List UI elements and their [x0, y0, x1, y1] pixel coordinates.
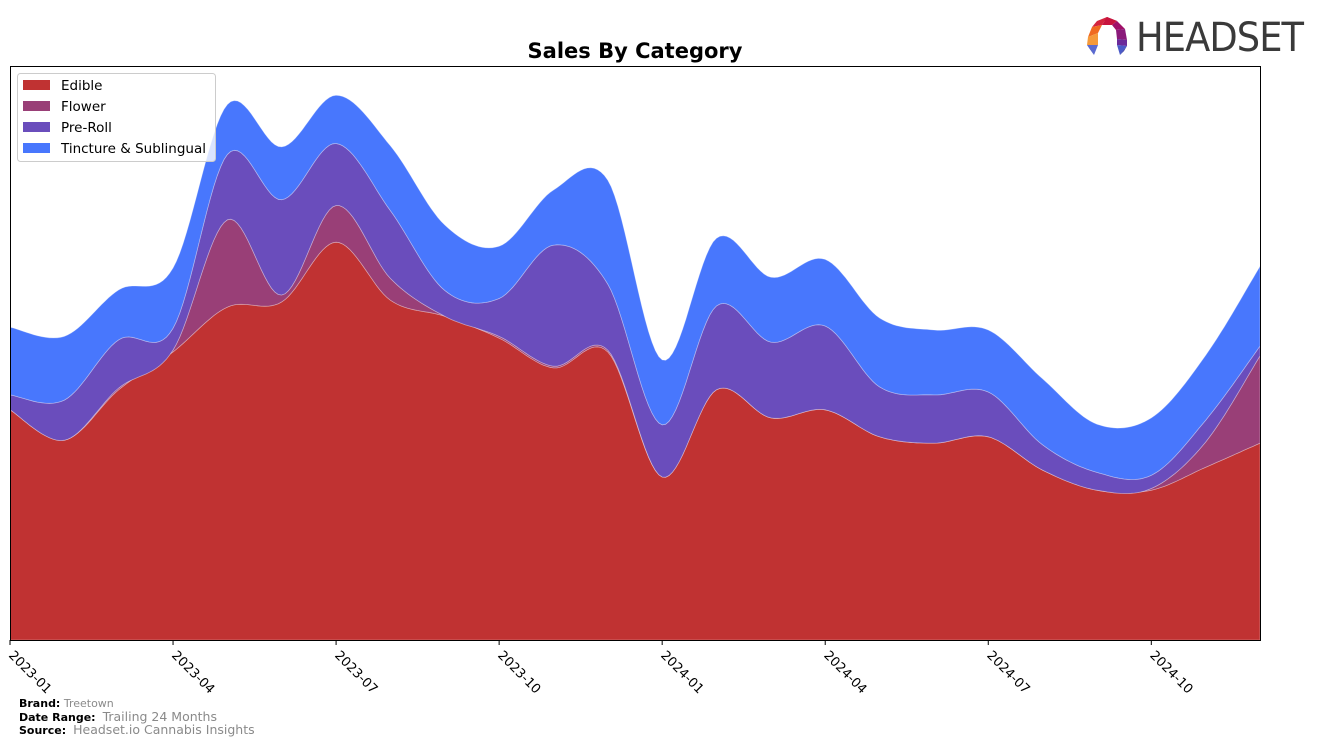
source-label: Source: [19, 724, 67, 737]
logo-wordmark: HEADSET [1136, 15, 1304, 61]
legend-swatch-tincture-sublingual [23, 143, 50, 153]
headset-logo: HEADSET [1084, 14, 1318, 62]
x-tick-label: 2024-01 [657, 648, 706, 697]
legend-swatch-flower [23, 101, 50, 111]
area-layers [9, 94, 1261, 641]
x-tick-label: 2023-01 [5, 648, 54, 697]
x-tick-label: 2023-04 [168, 648, 217, 697]
legend-label: Tincture & Sublingual [60, 141, 206, 157]
x-tick-label: 2024-04 [820, 648, 869, 697]
chart-footer: Brand: Treetown Date Range: Trailing 24 … [19, 697, 255, 738]
legend-label: Edible [61, 78, 102, 94]
headset-logo-icon [1087, 17, 1127, 55]
x-tick-label: 2023-07 [331, 648, 380, 697]
x-axis: 2023-01 2023-04 2023-07 2023-10 2024-01 2024-… [5, 640, 1195, 697]
legend-swatch-pre-roll [23, 122, 50, 132]
brand-label: Brand: [19, 697, 61, 710]
x-tick-label: 2024-10 [1146, 648, 1195, 697]
legend-label: Pre-Roll [61, 120, 112, 136]
source-value: Headset.io Cannabis Insights [73, 722, 255, 737]
chart-title: Sales By Category [528, 39, 743, 63]
sales-by-category-chart: Sales By Category 2023-01 2023-04 2023-07 2… [5, 39, 1261, 697]
x-tick-label: 2023-10 [494, 648, 543, 697]
source-row: Source: Headset.io Cannabis Insights [19, 722, 255, 738]
legend: Edible Flower Pre-Roll Tincture & Sublingua… [17, 73, 216, 162]
legend-label: Flower [61, 99, 106, 115]
x-tick-label: 2024-07 [983, 648, 1032, 697]
legend-swatch-edible [23, 80, 50, 90]
